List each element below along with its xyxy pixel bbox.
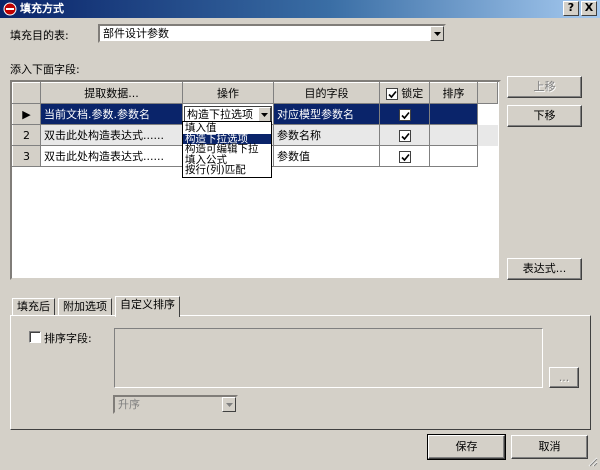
column-header-target-field[interactable]: 目的字段 — [273, 82, 380, 104]
source-cell[interactable]: 当前文档.参数.参数名 — [40, 103, 183, 125]
expression-button[interactable]: 表达式... — [507, 258, 582, 280]
chevron-down-icon[interactable] — [430, 26, 444, 41]
row-spacer — [478, 125, 498, 146]
dropdown-option[interactable]: 按行(列)匹配 — [183, 165, 271, 176]
help-button[interactable]: ? — [563, 1, 579, 16]
lock-cell[interactable] — [379, 145, 430, 167]
fill-target-label: 填充目的表: — [10, 29, 69, 42]
tab-extra-options[interactable]: 附加选项 — [58, 298, 112, 316]
lock-all-checkbox[interactable] — [385, 88, 398, 100]
sort-field-label: 排序字段: — [44, 332, 92, 345]
close-button[interactable]: X — [581, 1, 597, 16]
resize-grip-icon[interactable] — [586, 455, 598, 467]
tab-custom-sort[interactable]: 自定义排序 — [115, 296, 180, 317]
app-logo-icon — [3, 2, 17, 16]
move-up-button[interactable]: 上移 — [507, 76, 582, 98]
lock-checkbox[interactable] — [398, 108, 411, 121]
fill-target-select[interactable]: 部件设计参数 — [98, 24, 446, 43]
column-header-sort[interactable]: 排序 — [429, 82, 478, 104]
lock-checkbox[interactable] — [398, 129, 411, 142]
operation-dropdown-list[interactable]: 填入值 构造下拉选项 构造可编辑下拉 填入公式 按行(列)匹配 — [182, 121, 272, 178]
window-title: 填充方式 — [20, 2, 64, 15]
column-header-operation[interactable]: 操作 — [182, 82, 274, 104]
sort-order-value: 升序 — [118, 398, 140, 411]
grid-header-row: 提取数据... 操作 目的字段 锁定 排序 — [12, 82, 498, 104]
source-cell[interactable]: 双击此处构造表达式...... — [40, 145, 183, 167]
fields-grid[interactable]: 提取数据... 操作 目的字段 锁定 排序 ▶ 当前文档.参数.参数名 构造下拉… — [10, 80, 501, 280]
column-header-lock[interactable]: 锁定 — [379, 82, 430, 104]
title-bar: 填充方式 ? X — [0, 0, 600, 18]
target-field-cell[interactable]: 对应模型参数名 — [273, 103, 380, 125]
cancel-button[interactable]: 取消 — [511, 435, 588, 459]
lock-cell[interactable] — [379, 103, 430, 125]
chevron-down-icon — [222, 397, 236, 412]
sort-field-list — [114, 328, 543, 388]
tab-after-fill[interactable]: 填充后 — [12, 298, 55, 316]
grid-corner-cell — [12, 82, 41, 104]
column-header-spacer — [477, 82, 498, 104]
target-field-cell[interactable]: 参数名称 — [273, 124, 380, 146]
sort-cell[interactable] — [429, 145, 478, 167]
add-fields-label: 添入下面字段: — [10, 63, 80, 76]
chevron-down-icon[interactable] — [258, 106, 271, 122]
row-spacer — [478, 146, 498, 167]
operation-value: 构造下拉选项 — [187, 107, 253, 121]
lock-checkbox[interactable] — [398, 150, 411, 163]
dropdown-option[interactable]: 构造可编辑下拉 — [183, 144, 271, 155]
sort-cell[interactable] — [429, 103, 478, 125]
row-spacer — [478, 104, 498, 125]
sort-field-checkbox[interactable] — [29, 331, 41, 343]
column-header-extract[interactable]: 提取数据... — [40, 82, 183, 104]
save-button[interactable]: 保存 — [427, 434, 506, 460]
row-number[interactable]: 3 — [12, 145, 41, 167]
lock-header-label: 锁定 — [401, 87, 424, 100]
dropdown-option[interactable]: 填入值 — [183, 123, 271, 134]
fill-target-value: 部件设计参数 — [103, 27, 169, 40]
sort-order-select: 升序 — [113, 395, 238, 414]
fill-mode-dialog: 填充方式 ? X 填充目的表: 部件设计参数 添入下面字段: 提取数据... 操… — [0, 0, 600, 469]
sort-cell[interactable] — [429, 124, 478, 146]
move-down-button[interactable]: 下移 — [507, 105, 582, 127]
row-number[interactable]: 2 — [12, 124, 41, 146]
browse-button: ... — [549, 367, 579, 388]
source-cell[interactable]: 双击此处构造表达式...... — [40, 124, 183, 146]
lock-cell[interactable] — [379, 124, 430, 146]
row-indicator-icon[interactable]: ▶ — [12, 103, 41, 125]
target-field-cell[interactable]: 参数值 — [273, 145, 380, 167]
operation-select[interactable]: 构造下拉选项 — [184, 105, 272, 123]
